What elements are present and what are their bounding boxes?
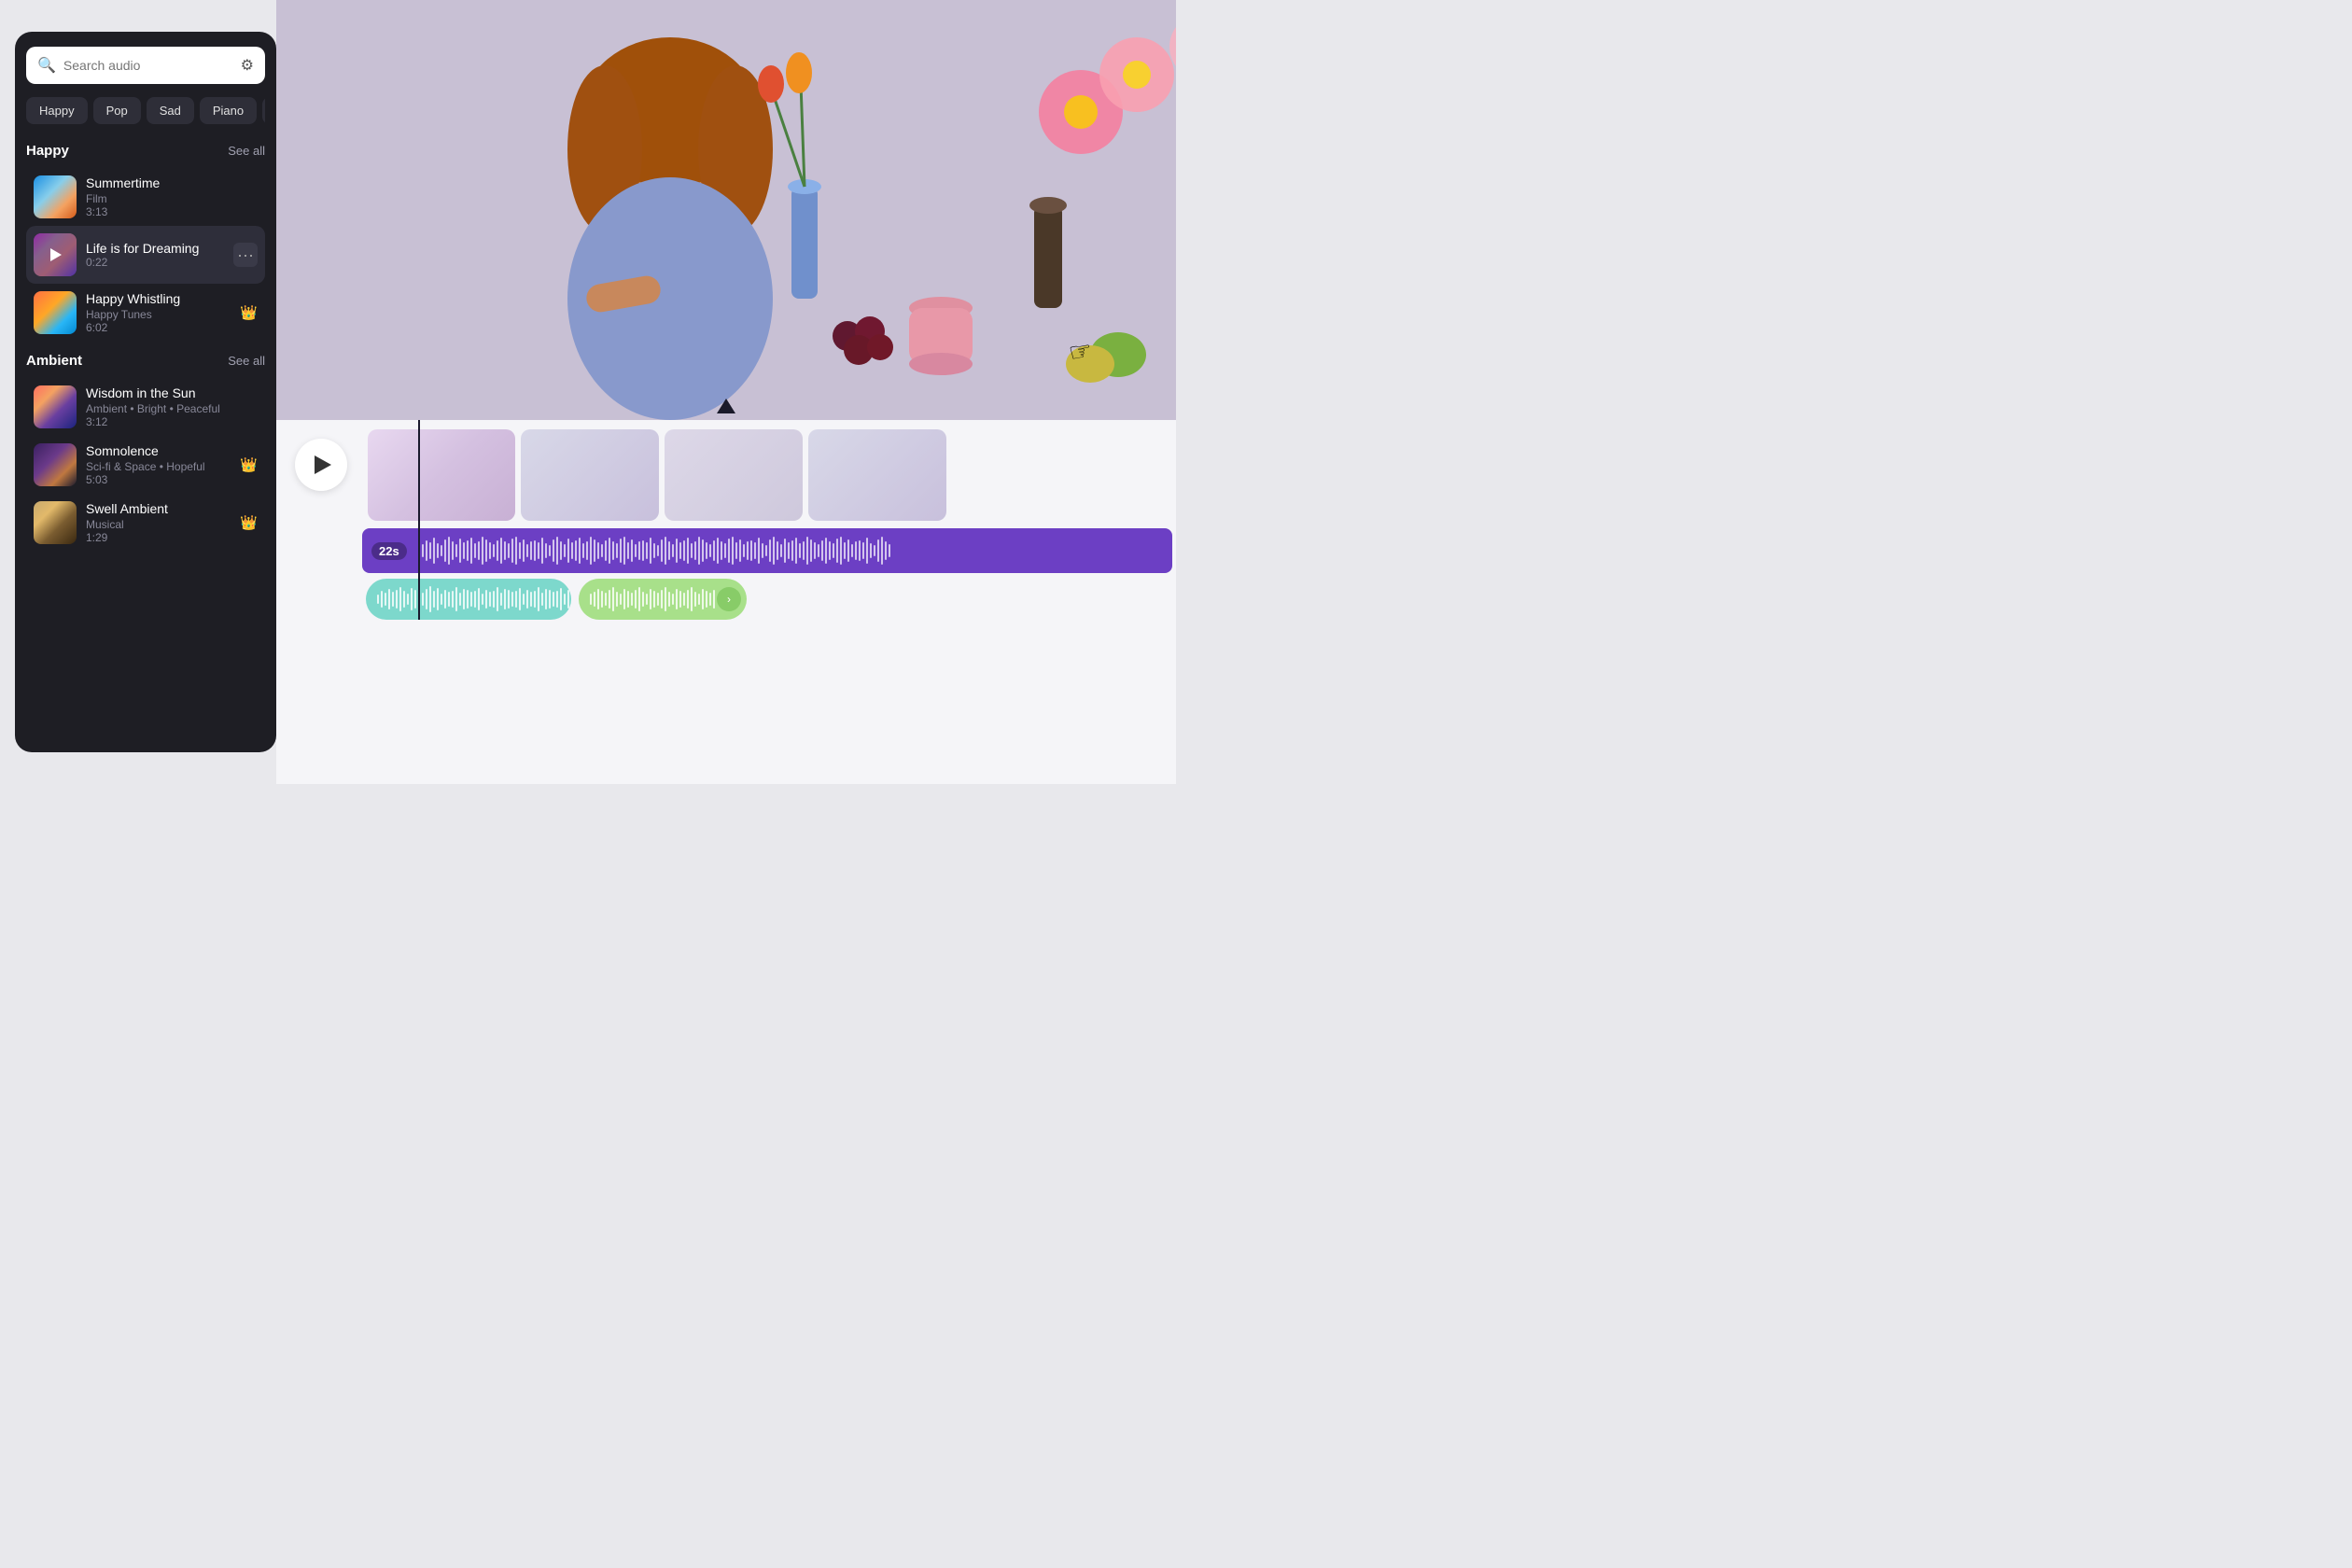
- video-content-svg: [276, 0, 1176, 420]
- genre-chip-sad[interactable]: Sad: [147, 97, 194, 124]
- play-icon: [315, 455, 331, 474]
- play-overlay-dreaming: [34, 233, 77, 276]
- track-duration-whistling: 6:02: [86, 321, 231, 334]
- genre-chip-jazz[interactable]: Jazz: [262, 97, 265, 124]
- thumbnail-frame-4: [808, 429, 946, 521]
- track-genre-wisdom: Ambient • Bright • Peaceful: [86, 402, 258, 415]
- track-genre-somnolence: Sci-fi & Space • Hopeful: [86, 460, 231, 473]
- timeline-play-button[interactable]: [295, 439, 347, 491]
- audio-tracks-secondary: ›: [362, 579, 1176, 620]
- track-duration-dreaming: 0:22: [86, 256, 224, 269]
- track-name-dreaming: Life is for Dreaming: [86, 241, 224, 256]
- track-thumb-summertime: [34, 175, 77, 218]
- track-name-swell: Swell Ambient: [86, 501, 231, 516]
- track-duration-somnolence: 5:03: [86, 473, 231, 486]
- track-duration-summertime: 3:13: [86, 205, 258, 218]
- audio-track-green[interactable]: ›: [579, 579, 747, 620]
- track-name-somnolence: Somnolence: [86, 443, 231, 458]
- track-name-whistling: Happy Whistling: [86, 291, 231, 306]
- track-more-dreaming[interactable]: ···: [233, 243, 258, 267]
- waveform-teal: [366, 579, 571, 620]
- search-bar: 🔍 ⚙: [26, 47, 265, 84]
- track-summertime[interactable]: Summertime Film 3:13: [26, 168, 265, 226]
- filter-icon[interactable]: ⚙: [241, 56, 254, 75]
- track-thumb-whistling: [34, 291, 77, 334]
- ambient-section-title: Ambient: [26, 353, 82, 369]
- track-somnolence[interactable]: Somnolence Sci-fi & Space • Hopeful 5:03…: [26, 436, 265, 494]
- thumbnail-strip: [362, 424, 1176, 526]
- audio-track-teal[interactable]: [366, 579, 571, 620]
- waveform-purple: [362, 528, 1172, 573]
- track-info-somnolence: Somnolence Sci-fi & Space • Hopeful 5:03: [86, 443, 231, 486]
- search-input[interactable]: [63, 58, 233, 73]
- ambient-section-header: Ambient See all: [26, 353, 265, 369]
- genre-chip-happy[interactable]: Happy: [26, 97, 88, 124]
- happy-see-all[interactable]: See all: [228, 144, 265, 158]
- genre-chips: Happy Pop Sad Piano Jazz Bi›: [26, 97, 265, 124]
- thumbnail-frame-3: [665, 429, 803, 521]
- track-thumb-somnolence: [34, 443, 77, 486]
- track-duration-swell: 1:29: [86, 531, 231, 544]
- happy-section-header: Happy See all: [26, 143, 265, 159]
- genre-chip-pop[interactable]: Pop: [93, 97, 141, 124]
- track-info-whistling: Happy Whistling Happy Tunes 6:02: [86, 291, 231, 334]
- track-genre-swell: Musical: [86, 518, 231, 531]
- track-info-wisdom: Wisdom in the Sun Ambient • Bright • Pea…: [86, 385, 258, 428]
- play-icon-dreaming: [50, 248, 62, 261]
- ambient-see-all[interactable]: See all: [228, 354, 265, 368]
- video-preview: [276, 0, 1176, 420]
- track-genre-whistling: Happy Tunes: [86, 308, 231, 321]
- search-icon: 🔍: [37, 56, 56, 75]
- happy-section-title: Happy: [26, 143, 69, 159]
- track-timecode-label: 22s: [371, 542, 407, 560]
- thumbnail-frame-1: [368, 429, 515, 521]
- thumbnail-frame-2: [521, 429, 659, 521]
- audio-library-panel: 🔍 ⚙ Happy Pop Sad Piano Jazz Bi› Happy S…: [15, 32, 276, 752]
- track-genre-summertime: Film: [86, 192, 258, 205]
- track-badge-swell: 👑: [240, 514, 258, 531]
- track-dreaming[interactable]: Life is for Dreaming 0:22 ···: [26, 226, 265, 284]
- track-info-summertime: Summertime Film 3:13: [86, 175, 258, 218]
- track-badge-somnolence: 👑: [240, 456, 258, 473]
- preview-panel: 22s › ☞: [276, 0, 1176, 784]
- timeline-tracks: 22s ›: [362, 420, 1176, 620]
- track-info-dreaming: Life is for Dreaming 0:22: [86, 241, 224, 269]
- track-wisdom[interactable]: Wisdom in the Sun Ambient • Bright • Pea…: [26, 378, 265, 436]
- track-name-summertime: Summertime: [86, 175, 258, 190]
- track-thumb-wisdom: [34, 385, 77, 428]
- timeline-area: 22s ›: [276, 420, 1176, 784]
- timeline-scrubber-line[interactable]: [418, 420, 420, 620]
- track-duration-wisdom: 3:12: [86, 415, 258, 428]
- track-thumb-swell: [34, 501, 77, 544]
- track-info-swell: Swell Ambient Musical 1:29: [86, 501, 231, 544]
- track-resize-green[interactable]: ›: [717, 587, 741, 611]
- track-name-wisdom: Wisdom in the Sun: [86, 385, 258, 400]
- track-badge-whistling: 👑: [240, 304, 258, 321]
- genre-chip-piano[interactable]: Piano: [200, 97, 257, 124]
- audio-track-main[interactable]: 22s: [362, 528, 1172, 573]
- track-thumb-dreaming: [34, 233, 77, 276]
- track-whistling[interactable]: Happy Whistling Happy Tunes 6:02 👑: [26, 284, 265, 342]
- scrubber-top-marker: [715, 397, 737, 415]
- track-swell[interactable]: Swell Ambient Musical 1:29 👑: [26, 494, 265, 552]
